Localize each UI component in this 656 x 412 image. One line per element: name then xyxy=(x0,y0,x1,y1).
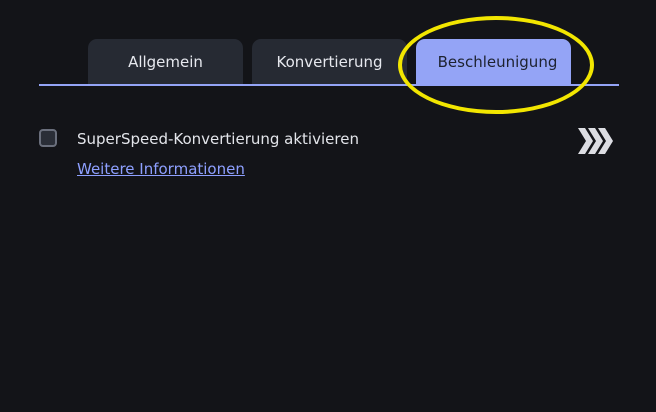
tab-bar: Allgemein Konvertierung Beschleunigung xyxy=(0,0,656,90)
superspeed-option: SuperSpeed-Konvertierung aktivieren Weit… xyxy=(39,128,619,188)
tab-label: Allgemein xyxy=(128,53,203,71)
tab-label: Konvertierung xyxy=(276,53,383,71)
more-info-link[interactable]: Weitere Informationen xyxy=(77,158,245,180)
superspeed-checkbox[interactable] xyxy=(39,129,57,147)
tab-label: Beschleunigung xyxy=(437,53,558,71)
tab-beschleunigung[interactable]: Beschleunigung xyxy=(416,39,571,85)
triple-chevron-right-icon xyxy=(578,128,613,154)
tab-allgemein[interactable]: Allgemein xyxy=(88,39,243,85)
tab-konvertierung[interactable]: Konvertierung xyxy=(252,39,407,85)
superspeed-label: SuperSpeed-Konvertierung aktivieren xyxy=(77,130,359,148)
tab-underline xyxy=(39,84,619,86)
